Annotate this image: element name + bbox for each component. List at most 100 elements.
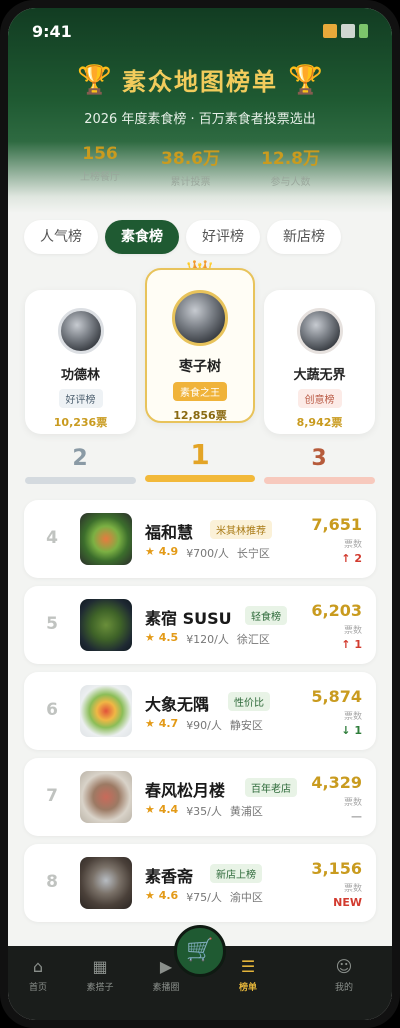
vote-label: 票数 [343,626,362,636]
stats-row: 156 上榜餐厅 38.6万 累计投票 12.8万 参与人数 [80,144,320,188]
podium-badge: 素食之王 [173,382,227,401]
restaurant-avatar [172,290,228,346]
podium-rank-1: 1 [190,438,210,471]
vote-count: 5,874 [311,687,362,706]
trophy-icon: 🏆 [288,62,323,96]
nav-rankings[interactable]: ☰ 榜单 [218,957,278,994]
nav-profile[interactable]: ☺ 我的 [314,957,374,994]
vote-count: 10,236票 [53,416,108,429]
stat-restaurants: 156 上榜餐厅 [80,144,120,183]
rating: ★ 4.4 [145,803,179,816]
district: 徐汇区 [236,633,270,646]
vote-label: 票数 [343,798,362,808]
home-icon: ⌂ [32,957,44,976]
vote-count: 7,651 [311,515,362,534]
price: ¥120/人 [186,633,229,646]
cart-button[interactable]: 🛒 [174,925,226,977]
battery-icon [359,24,368,38]
restaurant-tag: 性价比 [228,692,270,711]
tab-new-stores[interactable]: 新店榜 [267,220,341,254]
hero-header: 9:41 🏆 素众地图榜单 🏆 2026 年度素食榜 · 百万素食者投票选出 1… [8,8,392,213]
vote-label: 票数 [343,712,362,722]
restaurant-thumbnail [80,599,132,651]
tab-top-rated[interactable]: 好评榜 [186,220,260,254]
trophy-icon: 🏆 [77,62,112,96]
restaurant-thumbnail [80,513,132,565]
district: 长宁区 [236,547,270,560]
signal-icon [323,24,337,38]
vote-count: 8,942票 [296,416,343,429]
restaurant-name: 大蔬无界 [293,368,346,383]
rating: ★ 4.6 [145,889,179,902]
podium-card-3[interactable]: 大蔬无界 创意榜 8,942票 [264,290,375,434]
vote-count: 12,856票 [173,409,227,422]
vote-label: 票数 [343,884,362,894]
podium-rank-2: 2 [72,446,88,471]
podium-bar-2 [25,477,136,484]
trend-new: NEW [333,896,362,909]
phone-frame: 9:41 🏆 素众地图榜单 🏆 2026 年度素食榜 · 百万素食者投票选出 1… [0,0,400,1028]
grid-icon: ▦ [92,957,108,976]
district: 渝中区 [229,891,263,904]
app-screen: 9:41 🏆 素众地图榜单 🏆 2026 年度素食榜 · 百万素食者投票选出 1… [8,8,392,1020]
restaurant-name: 素宿 SUSU [145,609,232,628]
restaurant-thumbnail [80,771,132,823]
trend-up: ↑ 2 [341,552,362,565]
restaurant-avatar [57,308,104,354]
user-icon: ☺ [335,957,353,976]
restaurant-thumbnail [80,685,132,737]
restaurant-thumbnail [80,857,132,909]
restaurant-name: 素香斋 [145,867,194,886]
rank-number: 8 [46,872,58,892]
restaurant-tag: 新店上榜 [210,864,262,883]
list-item[interactable]: 4 福和慧 米其林推荐 ★ 4.9 ¥700/人 长宁区 7,651 票数 ↑ … [24,500,376,578]
tab-popular[interactable]: 人气榜 [24,220,98,254]
list-icon: ☰ [240,957,256,976]
list-item[interactable]: 5 素宿 SUSU 轻食榜 ★ 4.5 ¥120/人 徐汇区 6,203 票数 … [24,586,376,664]
vote-label: 票数 [343,540,362,550]
rank-number: 5 [46,614,58,634]
podium-bar-3 [264,477,375,484]
district: 黄浦区 [229,805,263,818]
list-item[interactable]: 7 春风松月楼 百年老店 ★ 4.4 ¥35/人 黄浦区 4,329 票数 — [24,758,376,836]
restaurant-name: 福和慧 [145,523,194,542]
podium-badge: 创意榜 [297,389,342,408]
restaurant-avatar [296,308,343,354]
restaurant-tag: 轻食榜 [245,606,287,625]
page-subtitle: 2026 年度素食榜 · 百万素食者投票选出 [84,112,316,127]
rank-number: 6 [46,700,58,720]
restaurant-tag: 百年老店 [245,778,297,797]
status-bar: 9:41 [32,22,368,44]
trend-down: ↓ 1 [341,724,362,737]
rank-number: 4 [46,528,58,548]
stat-votes: 38.6万 累计投票 [161,149,220,188]
stat-participants: 12.8万 参与人数 [261,149,320,188]
cart-icon: 🛒 [186,938,214,963]
price: ¥75/人 [186,891,222,904]
district: 静安区 [229,719,263,732]
trend-flat: — [351,810,362,823]
vote-count: 3,156 [311,859,362,878]
podium-badge: 好评榜 [58,389,103,408]
restaurant-name: 枣子树 [179,359,221,375]
podium-rank-3: 3 [311,446,327,471]
nav-home[interactable]: ⌂ 首页 [8,957,68,994]
rating: ★ 4.9 [145,545,179,558]
rating: ★ 4.7 [145,717,179,730]
rank-number: 7 [46,786,58,806]
restaurant-name: 功德林 [60,368,100,383]
restaurant-name: 大象无隅 [145,695,210,714]
title-row: 🏆 素众地图榜单 🏆 [8,62,392,97]
tab-vegetarian[interactable]: 素食榜 [105,220,179,254]
podium-card-1[interactable]: 枣子树 素食之王 12,856票 [145,268,255,423]
trend-up: ↑ 1 [341,638,362,651]
price: ¥90/人 [186,719,222,732]
podium-card-2[interactable]: 功德林 好评榜 10,236票 [25,290,136,434]
restaurant-tag: 米其林推荐 [210,520,272,539]
list-item[interactable]: 6 大象无隅 性价比 ★ 4.7 ¥90/人 静安区 5,874 票数 ↓ 1 [24,672,376,750]
podium-bar-1 [145,475,255,482]
price: ¥700/人 [186,547,229,560]
nav-partners[interactable]: ▦ 素搭子 [70,957,130,994]
vote-count: 4,329 [311,773,362,792]
list-item[interactable]: 8 素香斋 新店上榜 ★ 4.6 ¥75/人 渝中区 3,156 票数 NEW [24,844,376,922]
